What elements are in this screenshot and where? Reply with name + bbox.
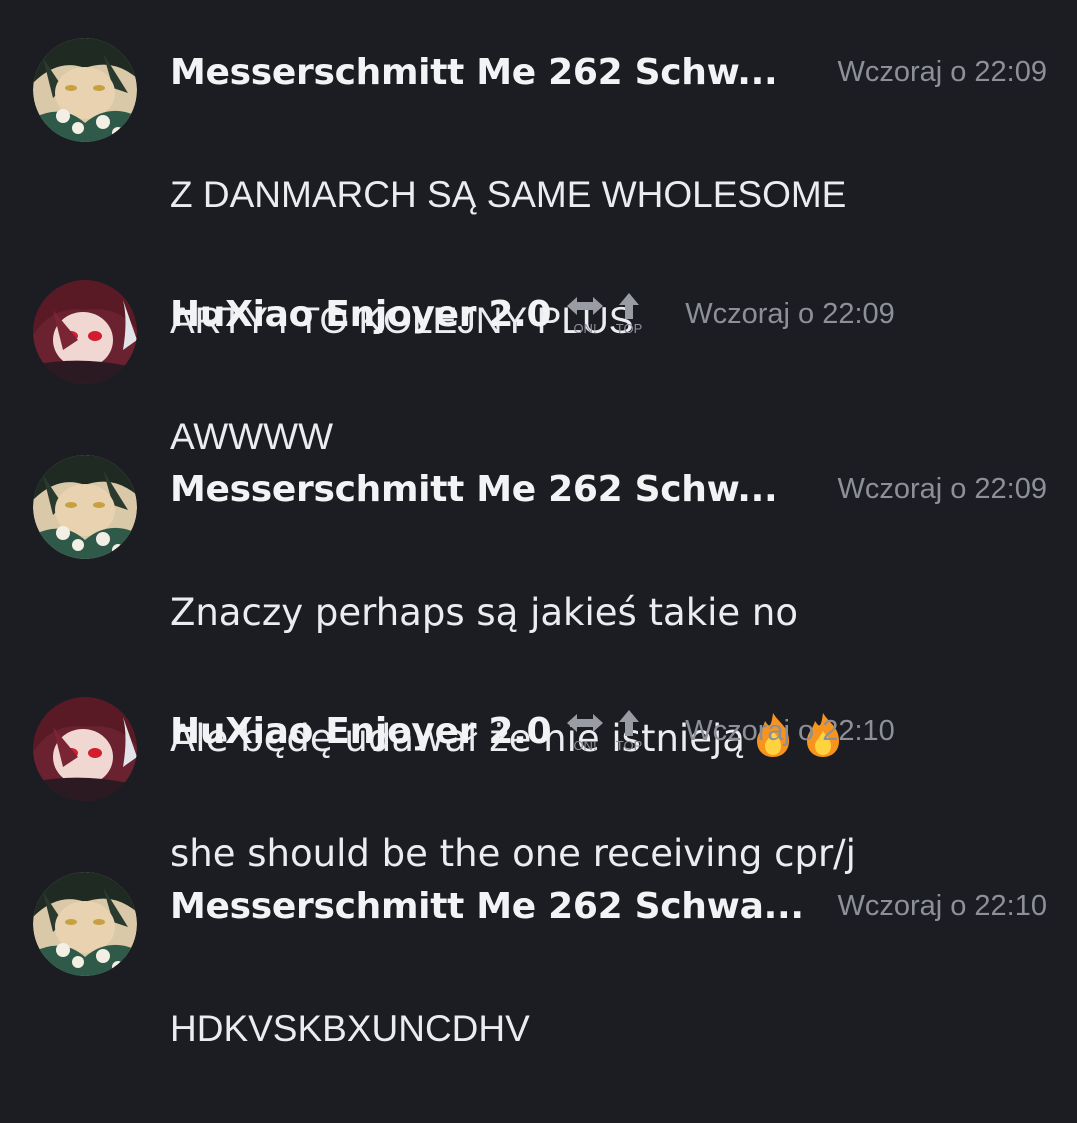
author-name[interactable]: Messerschmitt Me 262 Schw... bbox=[170, 52, 778, 93]
avatar-green-dark-hair-icon bbox=[33, 455, 137, 559]
role-tags: ON! TOP bbox=[565, 708, 649, 754]
message-line: HDKVSKBXUNCDHV bbox=[170, 1008, 530, 1049]
svg-text:ON!: ON! bbox=[574, 738, 597, 753]
svg-text:TOP: TOP bbox=[616, 738, 643, 753]
avatar[interactable] bbox=[33, 38, 137, 142]
svg-text:ON!: ON! bbox=[574, 321, 597, 336]
message-timestamp: Wczoraj o 22:09 bbox=[837, 55, 1047, 88]
avatar-red-eyes-hair-icon bbox=[33, 280, 137, 384]
avatar[interactable] bbox=[33, 280, 137, 384]
message-line: Znaczy perhaps są jakieś takie no bbox=[170, 591, 799, 634]
on-arrow-icon: ON! bbox=[565, 708, 605, 754]
message-text: HDKVSKBXUNCDHV bbox=[170, 934, 1037, 1123]
avatar[interactable] bbox=[33, 455, 137, 559]
author-name[interactable]: HuXiao Enjoyer 2.0 bbox=[170, 711, 552, 752]
avatar-green-dark-hair-icon bbox=[33, 38, 137, 142]
top-arrow-icon: TOP bbox=[609, 708, 649, 754]
avatar[interactable] bbox=[33, 697, 137, 801]
on-arrow-icon: ON! bbox=[565, 291, 605, 337]
message-timestamp: Wczoraj o 22:09 bbox=[837, 472, 1047, 505]
role-tags: ON! TOP bbox=[565, 291, 649, 337]
author-name[interactable]: Messerschmitt Me 262 Schw... bbox=[170, 469, 778, 510]
message-line: Z DANMARCH SĄ SAME WHOLESOME bbox=[170, 174, 847, 215]
author-name[interactable]: Messerschmitt Me 262 Schwa... bbox=[170, 886, 804, 927]
svg-text:TOP: TOP bbox=[616, 321, 643, 336]
avatar-green-dark-hair-icon bbox=[33, 872, 137, 976]
message-timestamp: Wczoraj o 22:10 bbox=[685, 714, 895, 747]
avatar-red-eyes-hair-icon bbox=[33, 697, 137, 801]
author-name[interactable]: HuXiao Enjoyer 2.0 bbox=[170, 294, 552, 335]
message-timestamp: Wczoraj o 22:10 bbox=[837, 889, 1047, 922]
avatar[interactable] bbox=[33, 872, 137, 976]
top-arrow-icon: TOP bbox=[609, 291, 649, 337]
message-timestamp: Wczoraj o 22:09 bbox=[685, 297, 895, 330]
